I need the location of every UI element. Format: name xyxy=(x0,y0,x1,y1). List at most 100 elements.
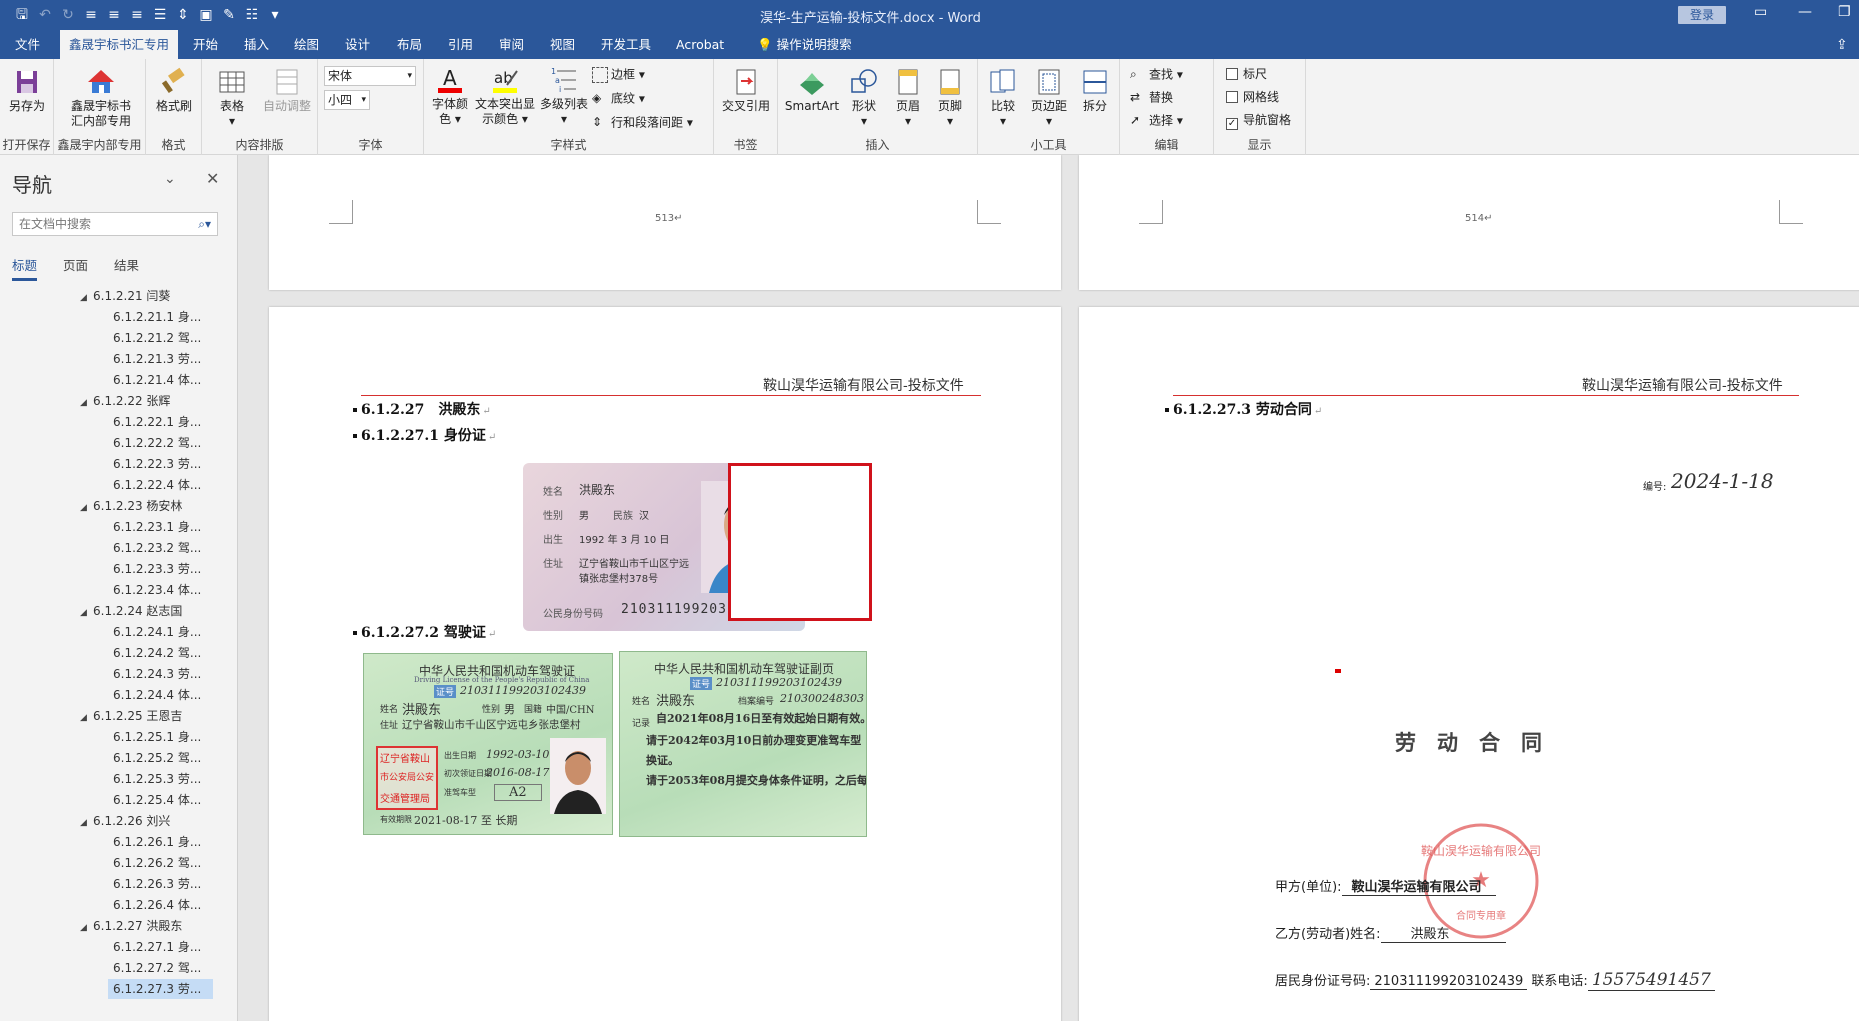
nav-subheading-item[interactable]: 6.1.2.25.1 身... xyxy=(108,727,213,747)
list-icon[interactable]: ☷ xyxy=(244,5,260,25)
nav-subheading-item[interactable]: 6.1.2.27.3 劳... xyxy=(108,979,214,999)
nav-subheading-item[interactable]: 6.1.2.22.1 身... xyxy=(108,412,213,432)
font-color-button[interactable]: A 字体颜色 ▾ xyxy=(428,65,472,127)
gridlines-checkbox[interactable]: 网格线 xyxy=(1226,90,1279,105)
nav-subheading-item[interactable]: 6.1.2.26.1 身... xyxy=(108,832,213,852)
font-size-select[interactable]: 小四 ▾ xyxy=(324,90,370,110)
spacing-button[interactable]: ⇕ 行和段落间距 ▾ xyxy=(592,115,693,131)
save-as-button[interactable]: 另存为 xyxy=(6,67,48,114)
cross-reference-button[interactable]: 交叉引用 xyxy=(718,67,774,114)
justify-icon[interactable]: ☰ xyxy=(152,5,168,25)
customize-qat-icon[interactable]: ▾ xyxy=(267,5,283,25)
format-painter-button[interactable]: 格式刷 xyxy=(152,67,196,114)
driving-license-sub-image[interactable]: 中华人民共和国机动车驾驶证副页 证号 210311199203102439 姓名… xyxy=(619,651,867,837)
nav-subheading-item[interactable]: 6.1.2.26.2 驾... xyxy=(108,853,213,873)
nav-heading-item[interactable]: ◢ 6.1.2.26 刘兴 xyxy=(80,811,170,831)
align-left-icon[interactable]: ≡ xyxy=(83,5,99,25)
nav-subheading-item[interactable]: 6.1.2.23.1 身... xyxy=(108,517,213,537)
tab-view[interactable]: 视图 xyxy=(541,30,584,59)
nav-subheading-item[interactable]: 6.1.2.26.3 劳... xyxy=(108,874,213,894)
margins-button[interactable]: 页边距 ▾ xyxy=(1026,67,1072,129)
nav-subheading-item[interactable]: 6.1.2.21.4 体... xyxy=(108,370,213,390)
nav-subheading-item[interactable]: 6.1.2.25.3 劳... xyxy=(108,769,213,789)
collapse-triangle-icon[interactable]: ◢ xyxy=(80,708,89,728)
align-center-icon[interactable]: ≡ xyxy=(106,5,122,25)
nav-subheading-item[interactable]: 6.1.2.24.3 劳... xyxy=(108,664,213,684)
nav-subheading-item[interactable]: 6.1.2.23.3 劳... xyxy=(108,559,213,579)
collapse-triangle-icon[interactable]: ◢ xyxy=(80,288,89,308)
save-as-icon[interactable]: ▣ xyxy=(198,5,214,25)
nav-subheading-item[interactable]: 6.1.2.23.4 体... xyxy=(108,580,213,600)
nav-search-input[interactable]: 在文档中搜索 ⌕▾ xyxy=(12,212,218,236)
tab-review[interactable]: 审阅 xyxy=(490,30,533,59)
search-icon[interactable]: ⌕▾ xyxy=(198,213,211,235)
align-right-icon[interactable]: ≡ xyxy=(129,5,145,25)
nav-tab-results[interactable]: 结果 xyxy=(114,255,139,281)
autofit-button[interactable]: 自动调整 xyxy=(260,67,314,114)
tab-draw[interactable]: 绘图 xyxy=(285,30,328,59)
nav-subheading-item[interactable]: 6.1.2.24.2 驾... xyxy=(108,643,213,663)
highlight-button[interactable]: ab 文本突出显 示颜色 ▾ xyxy=(474,65,536,127)
tab-references[interactable]: 引用 xyxy=(439,30,482,59)
maximize-icon[interactable]: ❐ xyxy=(1838,4,1851,20)
nav-subheading-item[interactable]: 6.1.2.21.2 驾... xyxy=(108,328,213,348)
nav-subheading-item[interactable]: 6.1.2.22.2 驾... xyxy=(108,433,213,453)
nav-subheading-item[interactable]: 6.1.2.22.3 劳... xyxy=(108,454,213,474)
shading-button[interactable]: ◈ 底纹 ▾ xyxy=(592,91,645,107)
undo-icon[interactable]: ↶ xyxy=(37,5,53,25)
nav-subheading-item[interactable]: 6.1.2.25.2 驾... xyxy=(108,748,213,768)
nav-heading-item[interactable]: ◢ 6.1.2.24 赵志国 xyxy=(80,601,182,621)
table-button[interactable]: 表格 ▾ xyxy=(210,67,254,129)
ribbon-display-icon[interactable]: ▭ xyxy=(1754,4,1767,20)
save-icon[interactable]: 🖫 xyxy=(14,5,30,25)
tab-developer[interactable]: 开发工具 xyxy=(592,30,660,59)
compare-button[interactable]: 比较 ▾ xyxy=(984,67,1022,129)
chevron-down-icon[interactable]: ⌄ xyxy=(164,171,176,187)
tab-layout[interactable]: 布局 xyxy=(388,30,431,59)
tab-home[interactable]: 开始 xyxy=(184,30,227,59)
tab-file[interactable]: 文件 xyxy=(6,30,49,59)
collapse-triangle-icon[interactable]: ◢ xyxy=(80,498,89,518)
font-name-select[interactable]: 宋体 ▾ xyxy=(324,66,416,86)
nav-subheading-item[interactable]: 6.1.2.21.3 劳... xyxy=(108,349,213,369)
border-button[interactable]: 边框 ▾ xyxy=(592,67,645,83)
redo-icon[interactable]: ↻ xyxy=(60,5,76,25)
nav-subheading-item[interactable]: 6.1.2.23.2 驾... xyxy=(108,538,213,558)
shapes-button[interactable]: 形状 ▾ xyxy=(844,67,884,129)
nav-heading-item[interactable]: ◢ 6.1.2.25 王恩吉 xyxy=(80,706,182,726)
nav-heading-item[interactable]: ◢ 6.1.2.22 张辉 xyxy=(80,391,170,411)
navpane-checkbox[interactable]: ✓ 导航窗格 xyxy=(1226,113,1291,130)
nav-subheading-item[interactable]: 6.1.2.24.1 身... xyxy=(108,622,213,642)
smartart-button[interactable]: SmartArt xyxy=(784,67,840,114)
nav-tab-pages[interactable]: 页面 xyxy=(63,255,88,281)
line-spacing-icon[interactable]: ⇕ xyxy=(175,5,191,25)
header-button[interactable]: 页眉 ▾ xyxy=(888,67,928,129)
footer-button[interactable]: 页脚 ▾ xyxy=(930,67,970,129)
nav-subheading-item[interactable]: 6.1.2.24.4 体... xyxy=(108,685,213,705)
nav-subheading-item[interactable]: 6.1.2.27.2 驾... xyxy=(108,958,213,978)
xsy-button[interactable]: 鑫晟宇标书 汇内部专用 xyxy=(62,67,140,129)
nav-subheading-item[interactable]: 6.1.2.27.1 身... xyxy=(108,937,213,957)
collapse-triangle-icon[interactable]: ◢ xyxy=(80,603,89,623)
login-button[interactable]: 登录 xyxy=(1678,6,1726,24)
nav-tab-headings[interactable]: 标题 xyxy=(12,255,38,281)
tab-insert[interactable]: 插入 xyxy=(235,30,278,59)
tab-xsy[interactable]: 鑫晟宇标书汇专用 xyxy=(60,30,179,59)
minimize-icon[interactable]: — xyxy=(1798,4,1812,20)
collapse-triangle-icon[interactable]: ◢ xyxy=(80,393,89,413)
find-button[interactable]: ⌕ 查找 ▾ xyxy=(1130,67,1183,83)
share-icon[interactable]: ⇪ xyxy=(1836,37,1848,53)
nav-subheading-item[interactable]: 6.1.2.25.4 体... xyxy=(108,790,213,810)
ruler-checkbox[interactable]: 标尺 xyxy=(1226,67,1267,82)
driving-license-main-image[interactable]: 中华人民共和国机动车驾驶证 Driving License of the Peo… xyxy=(363,653,613,835)
tab-design[interactable]: 设计 xyxy=(336,30,379,59)
multilevel-list-button[interactable]: 1ai 多级列表 ▾ xyxy=(538,65,590,127)
close-icon[interactable]: ✕ xyxy=(206,169,219,188)
nav-subheading-item[interactable]: 6.1.2.26.4 体... xyxy=(108,895,213,915)
nav-heading-item[interactable]: ◢ 6.1.2.21 闫葵 xyxy=(80,286,170,306)
split-button[interactable]: 拆分 xyxy=(1076,67,1114,114)
replace-button[interactable]: ⇄ 替换 xyxy=(1130,90,1173,106)
nav-heading-item[interactable]: ◢ 6.1.2.27 洪殿东 xyxy=(80,916,182,936)
nav-subheading-item[interactable]: 6.1.2.21.1 身... xyxy=(108,307,213,327)
format-painter-qat-icon[interactable]: ✎ xyxy=(221,5,237,25)
